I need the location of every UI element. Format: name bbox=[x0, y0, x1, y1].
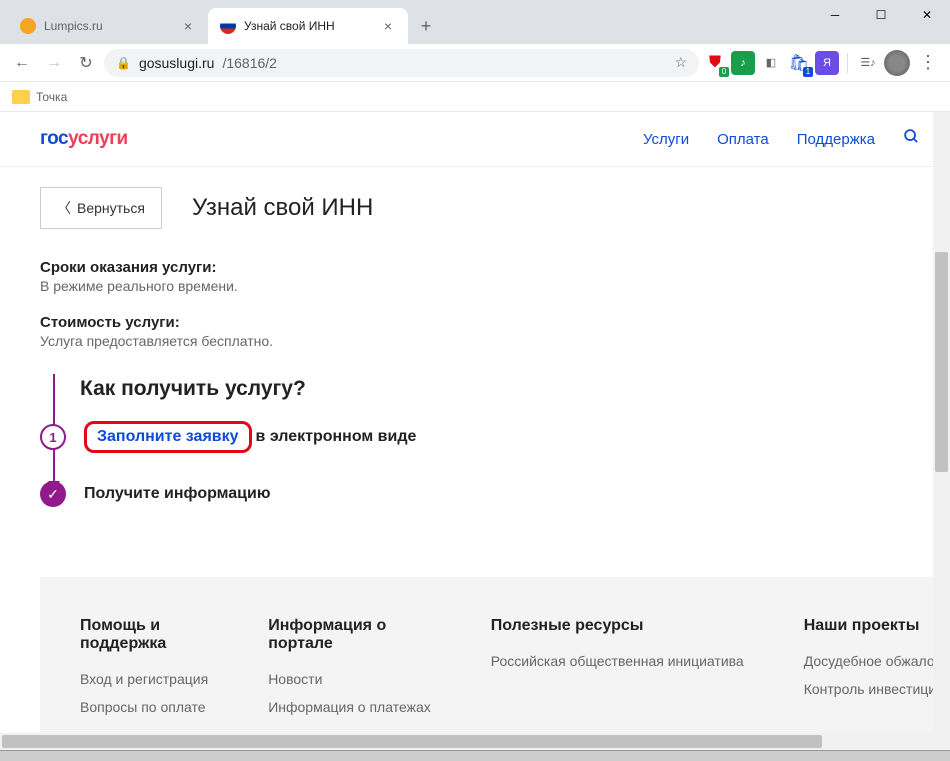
horizontal-scrollbar[interactable] bbox=[0, 733, 933, 750]
browser-titlebar: Lumpics.ru × Узнай свой ИНН × + ─ ☐ ✕ bbox=[0, 0, 950, 44]
nav-support[interactable]: Поддержка bbox=[797, 131, 875, 148]
address-bar: ← → ↻ 🔒 gosuslugi.ru/16816/2 ☆ ⛊0 ♪ ◧ 🛍1… bbox=[0, 44, 950, 82]
cost-value: Услуга предоставляется бесплатно. bbox=[40, 333, 950, 349]
url-input[interactable]: 🔒 gosuslugi.ru/16816/2 ☆ bbox=[104, 49, 699, 77]
reading-list-icon[interactable]: ☰♪ bbox=[856, 51, 880, 75]
profile-avatar[interactable] bbox=[884, 50, 910, 76]
tab-lumpics[interactable]: Lumpics.ru × bbox=[8, 8, 208, 44]
extension-icon[interactable]: ♪ bbox=[731, 51, 755, 75]
scrollbar-corner bbox=[933, 733, 950, 750]
window-controls: ─ ☐ ✕ bbox=[812, 0, 950, 30]
page-title: Узнай свой ИНН bbox=[192, 194, 373, 222]
footer-info: Информация о портале Новости Информация … bbox=[268, 617, 431, 727]
extension-icon[interactable]: ◧ bbox=[759, 51, 783, 75]
cost-block: Стоимость услуги: Услуга предоставляется… bbox=[40, 314, 950, 349]
timing-block: Сроки оказания услуги: В режиме реальног… bbox=[40, 259, 950, 294]
scrollbar-thumb[interactable] bbox=[2, 735, 822, 748]
lock-icon: 🔒 bbox=[116, 56, 131, 70]
new-tab-button[interactable]: + bbox=[412, 12, 440, 40]
tab-strip: Lumpics.ru × Узнай свой ИНН × + bbox=[8, 8, 440, 44]
check-icon: ✓ bbox=[40, 481, 66, 507]
star-icon[interactable]: ☆ bbox=[674, 54, 687, 71]
main-column: 〈 Вернуться Узнай свой ИНН Сроки оказани… bbox=[40, 187, 950, 733]
window-border bbox=[0, 750, 950, 761]
tab-title: Lumpics.ru bbox=[44, 19, 103, 33]
timing-label: Сроки оказания услуги: bbox=[40, 259, 950, 276]
footer-link[interactable]: Новости bbox=[268, 671, 431, 687]
url-path: /16816/2 bbox=[222, 55, 277, 71]
page-viewport: госуслуги Услуги Оплата Поддержка 〈 Верн… bbox=[0, 112, 950, 733]
fill-application-link[interactable]: Заполните заявку bbox=[97, 428, 239, 446]
step-number-badge: 1 bbox=[40, 424, 66, 450]
nav-payment[interactable]: Оплата bbox=[717, 131, 769, 148]
nav-services[interactable]: Услуги bbox=[643, 131, 689, 148]
steps-list: 1 Заполните заявку в электронном виде ✓ … bbox=[40, 421, 950, 507]
close-icon[interactable]: × bbox=[180, 18, 196, 34]
highlight-annotation: Заполните заявку bbox=[84, 421, 252, 453]
menu-button[interactable]: ⋮ bbox=[914, 52, 942, 73]
extension-icon[interactable]: ⛊0 bbox=[703, 51, 727, 75]
vertical-scrollbar[interactable] bbox=[933, 112, 950, 733]
extensions: ⛊0 ♪ ◧ 🛍1 Я ☰♪ ⋮ bbox=[703, 50, 942, 76]
folder-icon bbox=[12, 90, 30, 104]
scrollbar-thumb[interactable] bbox=[935, 252, 948, 472]
favicon-icon bbox=[20, 18, 36, 34]
chevron-left-icon: 〈 bbox=[57, 198, 71, 218]
main-nav: Услуги Оплата Поддержка bbox=[643, 128, 920, 150]
extension-icon[interactable]: 🛍1 bbox=[787, 51, 811, 75]
minimize-button[interactable]: ─ bbox=[812, 0, 858, 30]
cost-label: Стоимость услуги: bbox=[40, 314, 950, 331]
reload-button[interactable]: ↻ bbox=[72, 49, 100, 77]
footer-resources: Полезные ресурсы Российская общественная… bbox=[491, 617, 744, 727]
site-footer: Помощь и поддержка Вход и регистрация Во… bbox=[40, 577, 950, 733]
maximize-button[interactable]: ☐ bbox=[858, 0, 904, 30]
tab-title: Узнай свой ИНН bbox=[244, 19, 335, 33]
close-icon[interactable]: × bbox=[380, 18, 396, 34]
back-link-button[interactable]: 〈 Вернуться bbox=[40, 187, 162, 229]
footer-link[interactable]: Контроль инвестиций bbox=[804, 681, 950, 697]
url-host: gosuslugi.ru bbox=[139, 55, 215, 71]
extension-icon[interactable]: Я bbox=[815, 51, 839, 75]
forward-button[interactable]: → bbox=[40, 49, 68, 77]
footer-help: Помощь и поддержка Вход и регистрация Во… bbox=[80, 617, 208, 727]
tab-gosuslugi[interactable]: Узнай свой ИНН × bbox=[208, 8, 408, 44]
step-1: 1 Заполните заявку в электронном виде bbox=[40, 421, 950, 453]
favicon-icon bbox=[220, 18, 236, 34]
footer-projects: Наши проекты Досудебное обжалование Конт… bbox=[804, 617, 950, 727]
step-text: Заполните заявку в электронном виде bbox=[84, 421, 416, 453]
separator bbox=[847, 53, 848, 73]
back-button[interactable]: ← bbox=[8, 49, 36, 77]
step-text: Получите информацию bbox=[84, 485, 271, 503]
footer-link[interactable]: Вопросы по оплате bbox=[80, 699, 208, 715]
site-header: госуслуги Услуги Оплата Поддержка bbox=[0, 112, 950, 167]
bookmark-item[interactable]: Точка bbox=[36, 90, 67, 104]
step-2: ✓ Получите информацию bbox=[40, 481, 950, 507]
close-button[interactable]: ✕ bbox=[904, 0, 950, 30]
search-icon[interactable] bbox=[903, 128, 920, 150]
footer-link[interactable]: Российская общественная инициатива bbox=[491, 653, 744, 669]
footer-link[interactable]: Вход и регистрация bbox=[80, 671, 208, 687]
footer-link[interactable]: Информация о платежах bbox=[268, 699, 431, 715]
timing-value: В режиме реального времени. bbox=[40, 278, 950, 294]
bookmarks-bar: Точка bbox=[0, 82, 950, 112]
howto-heading: Как получить услугу? bbox=[80, 377, 950, 401]
footer-link[interactable]: Досудебное обжалование bbox=[804, 653, 950, 669]
gosuslugi-logo[interactable]: госуслуги bbox=[40, 128, 128, 150]
content-area: 〈 Вернуться Узнай свой ИНН Сроки оказани… bbox=[0, 167, 950, 733]
